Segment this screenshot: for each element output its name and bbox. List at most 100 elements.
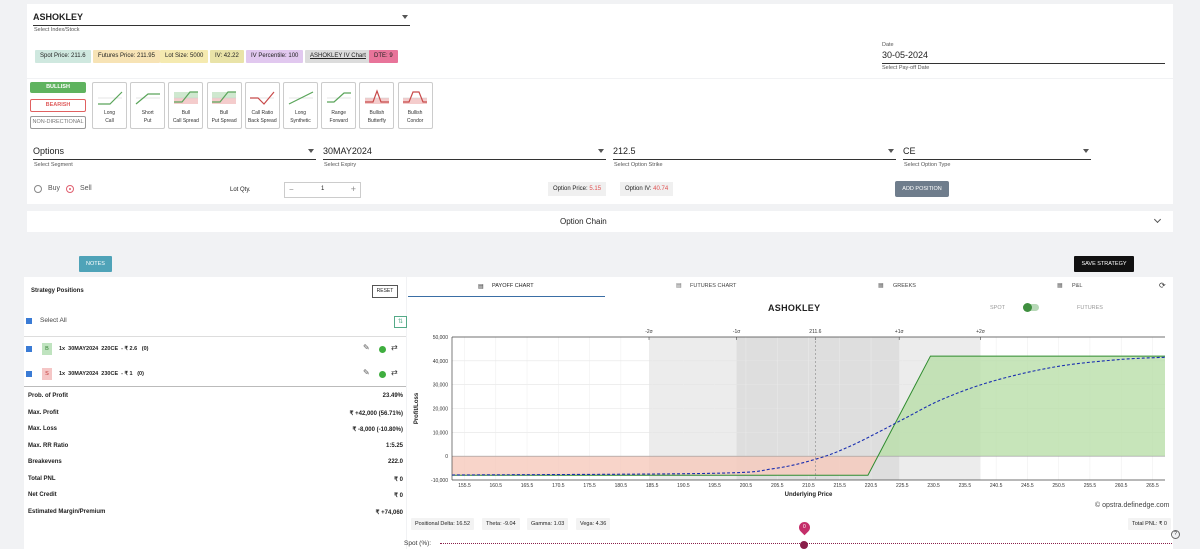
strategy-label-2: Forward (329, 118, 348, 124)
strategy-tile[interactable]: Bullish Condor (397, 82, 433, 129)
reset-button[interactable]: RESET (372, 285, 398, 298)
x-tick-label: 260.5 (1115, 483, 1128, 489)
lot-qty-value[interactable]: 1 (321, 186, 324, 192)
y-axis-label: Profit/Loss (414, 392, 420, 424)
notes-button[interactable]: NOTES (79, 256, 112, 272)
sell-radio[interactable] (66, 185, 74, 193)
refresh-icon[interactable]: ⟳ (1159, 281, 1166, 290)
payoff-thumbnail-icon (135, 93, 160, 105)
stat-value: 1:5.25 (385, 442, 403, 449)
x-tick-label: 160.5 (490, 483, 503, 489)
strike-value: 212.5 (613, 146, 636, 156)
minus-icon[interactable]: − (289, 185, 294, 194)
theta: Theta: -9.04 (482, 518, 520, 530)
strategy-tile[interactable]: Long Synthetic (283, 82, 318, 129)
position-checkbox[interactable] (26, 371, 32, 377)
option-type-select[interactable]: CE (903, 145, 1091, 160)
y-tick-label: 50,000 (433, 335, 449, 341)
tab-payoff-chart[interactable]: ▤ PAYOFF CHART (408, 279, 605, 297)
segment-hint: Select Segment (34, 162, 73, 168)
credit-text: © opstra.definedge.com (1095, 502, 1170, 509)
iv-percentile-chip: IV Percentile: 100 (246, 50, 304, 63)
select-all-checkbox[interactable] (26, 318, 32, 324)
strategy-label-1: Range (331, 110, 347, 116)
expiry-hint: Select Expiry (324, 162, 357, 168)
strategy-tile[interactable]: Bull Put Spread (206, 82, 242, 129)
symbol-select[interactable]: ASHOKLEY (33, 11, 410, 26)
segment-select[interactable]: Options (33, 145, 316, 160)
stat-value: ₹ +42,000 (56.71%) (349, 410, 403, 417)
buy-radio[interactable] (34, 185, 42, 193)
option-chain-title: Option Chain (560, 217, 607, 226)
stat-label: Prob. of Profit (28, 393, 68, 399)
help-icon[interactable]: ? (1171, 530, 1180, 539)
edit-icon[interactable]: ✎ (363, 343, 370, 352)
side-badge[interactable]: B (42, 343, 52, 355)
y-tick-label: 20,000 (433, 407, 449, 413)
loss-area (452, 456, 878, 476)
tab-label: FUTURES CHART (690, 283, 737, 289)
payoff-thumbnail-icon (288, 91, 313, 105)
expiry-value: 30MAY2024 (323, 146, 372, 156)
date-field[interactable]: 30-05-2024 (882, 49, 1165, 64)
stat-value: 222.0 (387, 459, 403, 465)
x-tick-label: 245.5 (1021, 483, 1034, 489)
chevron-down-icon (598, 149, 604, 153)
iv-chart-link[interactable]: ASHOKLEY IV Chart (305, 50, 371, 63)
add-position-button[interactable]: ADD POSITION (895, 181, 949, 197)
strategy-tile[interactable]: Short Put (130, 82, 166, 129)
edit-icon[interactable]: ✎ (363, 368, 370, 377)
payoff-thumbnail-icon (326, 92, 351, 103)
option-price-chip: Option Price: 5.15 (548, 182, 607, 196)
bullish-button[interactable]: BULLISH (30, 82, 86, 93)
stat-label: Total PNL (28, 475, 56, 482)
sort-icon[interactable]: ⇅ (394, 316, 407, 328)
strategy-label-1: Long (294, 110, 307, 116)
position-checkbox[interactable] (26, 346, 32, 352)
side-badge[interactable]: S (42, 368, 52, 380)
bearish-button[interactable]: BEARISH (30, 99, 86, 112)
stat-value: ₹ 0 (394, 476, 403, 483)
swap-icon[interactable]: ⇄ (391, 368, 398, 377)
strategy-tile[interactable]: Bullish Butterfly (359, 82, 395, 129)
tab-pnl[interactable]: ▦ P&L (985, 279, 1155, 296)
strike-select[interactable]: 212.5 (613, 145, 896, 160)
spot-futures-toggle[interactable] (1023, 303, 1039, 312)
strategy-tile[interactable]: Call Ratio Back Spread (244, 82, 280, 129)
option-iv-label: Option IV: (625, 186, 652, 192)
x-tick-label: 250.5 (1052, 483, 1065, 489)
chevron-down-icon (1083, 149, 1089, 153)
x-tick-label: 255.5 (1084, 483, 1097, 489)
y-tick-label: -10,000 (431, 478, 448, 484)
tab-futures-chart[interactable]: ▤ FUTURES CHART (606, 279, 803, 296)
strategy-tile[interactable]: Range Forward (321, 82, 357, 129)
strategy-label-2: Condor (406, 118, 424, 124)
sigma-tick-label: +1σ (895, 329, 905, 335)
position-text: 1x 30MAY2024 220CE - ₹ 2.6 (0) (59, 346, 149, 352)
x-tick-label: 220.5 (865, 483, 878, 489)
plus-icon[interactable]: + (351, 184, 356, 194)
status-dot[interactable] (379, 346, 386, 353)
option-type-value: CE (903, 146, 916, 156)
position-row: S 1x 30MAY2024 230CE - ₹ 1 (0) ✎ ⇄ (24, 368, 406, 382)
status-dot[interactable] (379, 371, 386, 378)
save-strategy-button[interactable]: SAVE STRATEGY (1074, 256, 1134, 272)
strategy-label-1: Bull (219, 110, 229, 116)
x-tick-label: 165.5 (521, 483, 534, 489)
x-tick-label: 170.5 (552, 483, 565, 489)
dte-chip: DTE: 9 (369, 50, 398, 63)
lot-qty-stepper[interactable]: − 1 + (284, 182, 361, 198)
sigma-tick-label: -2σ (645, 329, 653, 335)
strategy-tile[interactable]: Bull Call Spread (168, 82, 204, 129)
non-directional-button[interactable]: NON-DIRECTIONAL (30, 116, 86, 129)
tab-greeks[interactable]: ▦ GREEKS (804, 279, 984, 296)
strategy-label-1: Bullish (369, 110, 385, 116)
strategy-label-1: Bullish (407, 110, 423, 116)
x-tick-label: 240.5 (990, 483, 1003, 489)
spot-slider-thumb[interactable] (800, 541, 808, 549)
swap-icon[interactable]: ⇄ (391, 343, 398, 352)
payoff-thumbnail-icon (250, 91, 275, 105)
iv-chip: IV: 42.22 (210, 50, 244, 63)
strategy-tile[interactable]: Long Call (92, 82, 127, 129)
expiry-select[interactable]: 30MAY2024 (323, 145, 606, 160)
